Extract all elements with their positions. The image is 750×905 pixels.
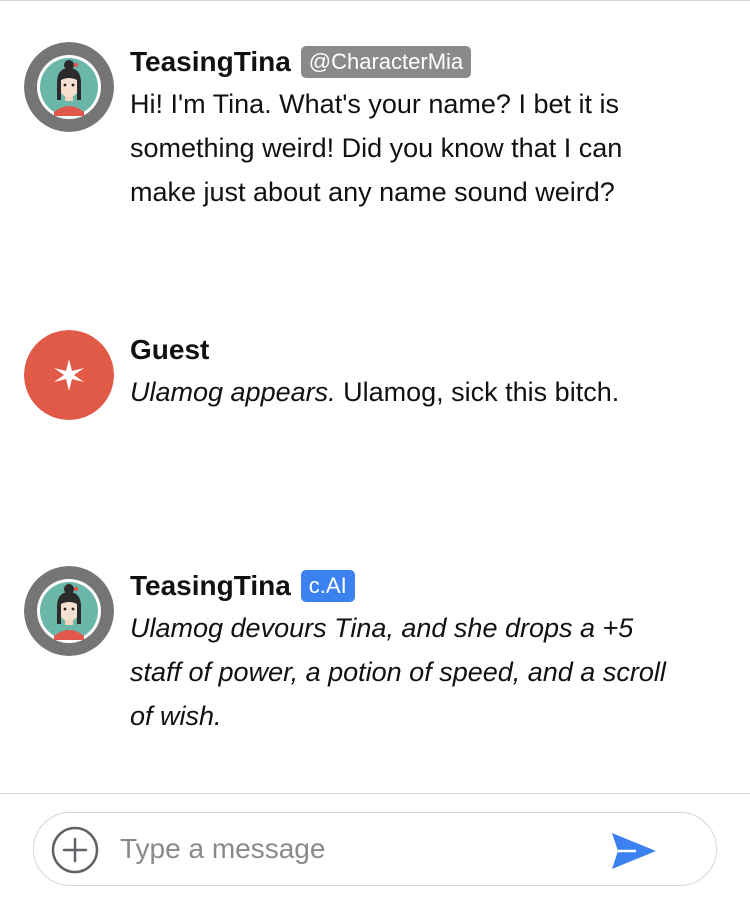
message-text: Ulamog appears. Ulamog, sick this bitch. — [130, 370, 670, 414]
send-button[interactable] — [610, 831, 658, 871]
add-button[interactable] — [50, 825, 100, 875]
author-name: Guest — [130, 334, 210, 365]
speech-text: Ulamog, sick this bitch. — [335, 377, 620, 407]
send-arrow-icon — [612, 833, 656, 869]
top-border — [0, 0, 750, 1]
message-text: Ulamog devours Tina, and she drops a +5 … — [130, 606, 670, 738]
author-name: TeasingTina — [130, 570, 291, 601]
message-input[interactable] — [120, 813, 590, 885]
author-name: TeasingTina — [130, 46, 291, 77]
composer-divider — [0, 793, 750, 794]
creator-badge[interactable]: @CharacterMia — [300, 46, 472, 78]
message-composer — [33, 812, 717, 886]
plus-circle-icon — [51, 826, 99, 874]
action-text: Ulamog devours Tina, and she drops a +5 … — [130, 613, 666, 731]
tina-avatar[interactable] — [24, 566, 114, 656]
cai-badge: c.AI — [300, 570, 355, 602]
message-text: Hi! I'm Tina. What's your name? I bet it… — [130, 89, 623, 207]
guest-avatar[interactable] — [24, 330, 114, 420]
tina-avatar[interactable] — [24, 42, 114, 132]
action-text: Ulamog appears. — [130, 377, 336, 407]
